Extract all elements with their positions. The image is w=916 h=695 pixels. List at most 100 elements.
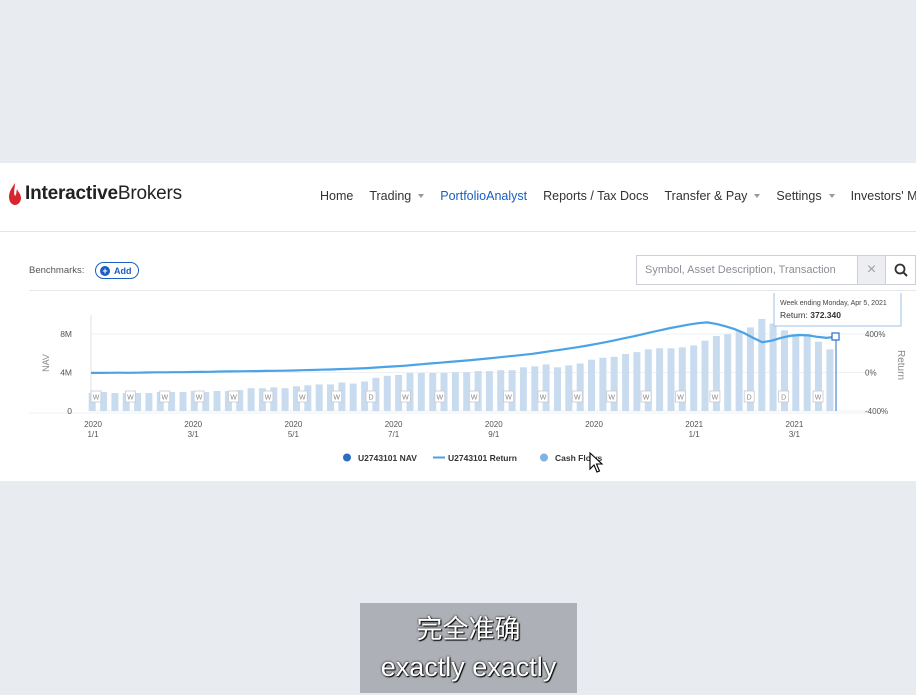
svg-text:D: D [781, 395, 786, 402]
nav-bar[interactable] [519, 367, 527, 411]
cash-flow-marker[interactable]: W [228, 390, 239, 403]
nav-bar[interactable] [281, 388, 289, 411]
nav-bar[interactable] [383, 375, 391, 411]
nav-bar[interactable] [145, 393, 153, 411]
return-tick-label: 400% [865, 330, 885, 339]
cash-flow-marker[interactable]: D [743, 390, 755, 403]
nav-bar[interactable] [554, 367, 561, 411]
nav-axis-title: NAV [41, 354, 51, 372]
nav-bar[interactable] [622, 354, 630, 411]
nav-item-home[interactable]: Home [320, 189, 353, 203]
nav-item-transfer-pay[interactable]: Transfer & Pay [665, 189, 761, 203]
nav-item-trading[interactable]: Trading [369, 189, 425, 203]
nav-bar[interactable] [247, 388, 255, 411]
nav-bar[interactable] [349, 383, 357, 412]
nav-bar[interactable] [769, 323, 777, 411]
nav-bar[interactable] [667, 348, 675, 411]
cash-flow-marker[interactable]: W [193, 390, 205, 403]
x-tick-year: 2020 [184, 420, 202, 429]
main-nav: Home Trading PortfolioAnalyst Reports / Tax… [320, 189, 916, 203]
nav-bar[interactable] [599, 357, 607, 411]
nav-bar[interactable] [497, 370, 505, 411]
cash-flow-marker[interactable]: W [125, 390, 136, 403]
nav-bar[interactable] [633, 352, 641, 411]
brand-logo[interactable]: InteractiveBrokers [8, 183, 182, 205]
cash-flow-marker[interactable]: D [365, 390, 377, 403]
nav-bar[interactable] [451, 372, 459, 411]
add-benchmark-button[interactable]: + Add [95, 262, 139, 279]
app-screen: InteractiveBrokers Home Trading PortfolioA… [0, 163, 916, 481]
x-tick-year: 2020 [84, 420, 102, 429]
nav-bar[interactable] [565, 365, 573, 411]
cash-flow-marker[interactable]: W [331, 390, 343, 403]
x-tick-year: 2021 [685, 420, 703, 429]
nav-item-investors-marketpla[interactable]: Investors' Marketpla [851, 189, 916, 203]
performance-chart: W W W W W W W W D W W W W W W W W W W D D W NAV 8M 4M 0 Return … [29, 293, 906, 473]
nav-bar[interactable] [803, 334, 811, 411]
clear-search-button[interactable]: × [858, 255, 886, 285]
nav-bar[interactable] [315, 384, 323, 411]
nav-axis: NAV 8M 4M 0 [41, 329, 72, 416]
tooltip-return-value: 372.340 [810, 310, 841, 320]
legend-item[interactable]: U2743101 Return [433, 453, 517, 463]
nav-bar[interactable] [588, 359, 595, 411]
cash-flow-marker[interactable]: W [571, 390, 583, 403]
svg-text:W: W [574, 395, 581, 402]
x-tick-date: 3/1 [789, 430, 801, 439]
cash-flow-marker[interactable]: W [640, 390, 652, 403]
nav-bar[interactable] [792, 334, 800, 411]
cash-flow-marker[interactable]: W [537, 390, 549, 403]
nav-bar[interactable] [656, 348, 664, 411]
svg-text:U2743101 Return: U2743101 Return [448, 453, 517, 463]
search-button[interactable] [886, 255, 916, 285]
cash-flow-marker[interactable]: D [778, 390, 789, 403]
plus-icon: + [100, 265, 110, 276]
chart-divider [29, 290, 916, 291]
nav-bar[interactable] [576, 363, 584, 412]
x-tick-date: 5/1 [288, 430, 300, 439]
cash-flow-marker[interactable]: W [90, 390, 102, 403]
svg-text:W: W [471, 395, 478, 402]
nav-bar[interactable] [758, 318, 766, 411]
cash-flow-marker[interactable]: W [606, 390, 618, 403]
nav-item-label: Settings [776, 189, 822, 203]
x-tick-date: 1/1 [87, 430, 99, 439]
cash-flow-marker[interactable]: W [675, 390, 686, 403]
nav-bar[interactable] [542, 364, 550, 411]
nav-item-reports-tax-docs[interactable]: Reports / Tax Docs [543, 189, 648, 203]
x-tick-year: 2021 [786, 420, 804, 429]
nav-bar[interactable] [417, 373, 425, 411]
search-input[interactable]: Symbol, Asset Description, Transaction [636, 255, 858, 285]
svg-text:W: W [815, 395, 822, 402]
svg-text:W: W [608, 395, 615, 402]
legend-item[interactable]: U2743101 NAV [343, 453, 417, 463]
cash-flow-marker[interactable]: W [399, 390, 411, 403]
cash-flow-marker[interactable]: W [709, 390, 721, 403]
x-tick-year: 2020 [585, 420, 603, 429]
cash-flow-marker[interactable]: W [503, 390, 515, 403]
nav-bar[interactable] [213, 391, 221, 411]
nav-bar[interactable] [735, 331, 743, 411]
cash-flow-marker[interactable]: W [434, 390, 446, 403]
nav-item-settings[interactable]: Settings [776, 189, 835, 203]
video-subtitle: 完全准确 exactly exactly [360, 603, 577, 693]
nav-bar[interactable] [179, 392, 187, 411]
cash-flow-marker[interactable]: W [296, 390, 308, 403]
nav-bar[interactable] [690, 345, 698, 411]
cash-flow-marker[interactable]: W [812, 390, 824, 403]
nav-bar[interactable] [485, 371, 493, 411]
x-tick-date: 9/1 [488, 430, 500, 439]
cash-flow-marker[interactable]: W [159, 390, 171, 403]
return-axis: Return 400% 0% -400% [865, 330, 906, 416]
nav-bar[interactable] [610, 356, 618, 411]
nav-item-portfolioanalyst[interactable]: PortfolioAnalyst [440, 189, 527, 203]
cash-flow-marker[interactable]: W [262, 390, 274, 403]
nav-bar[interactable] [724, 334, 732, 411]
nav-bar[interactable] [531, 366, 539, 411]
nav-bar[interactable] [111, 393, 119, 411]
nav-bar[interactable] [826, 349, 834, 412]
tooltip-return-label: Return: [780, 310, 808, 320]
cash-flow-marker[interactable]: W [468, 390, 480, 403]
tooltip: Week ending Monday, Apr 5, 2021 Return: … [773, 293, 902, 327]
nav-bar[interactable] [701, 340, 709, 411]
